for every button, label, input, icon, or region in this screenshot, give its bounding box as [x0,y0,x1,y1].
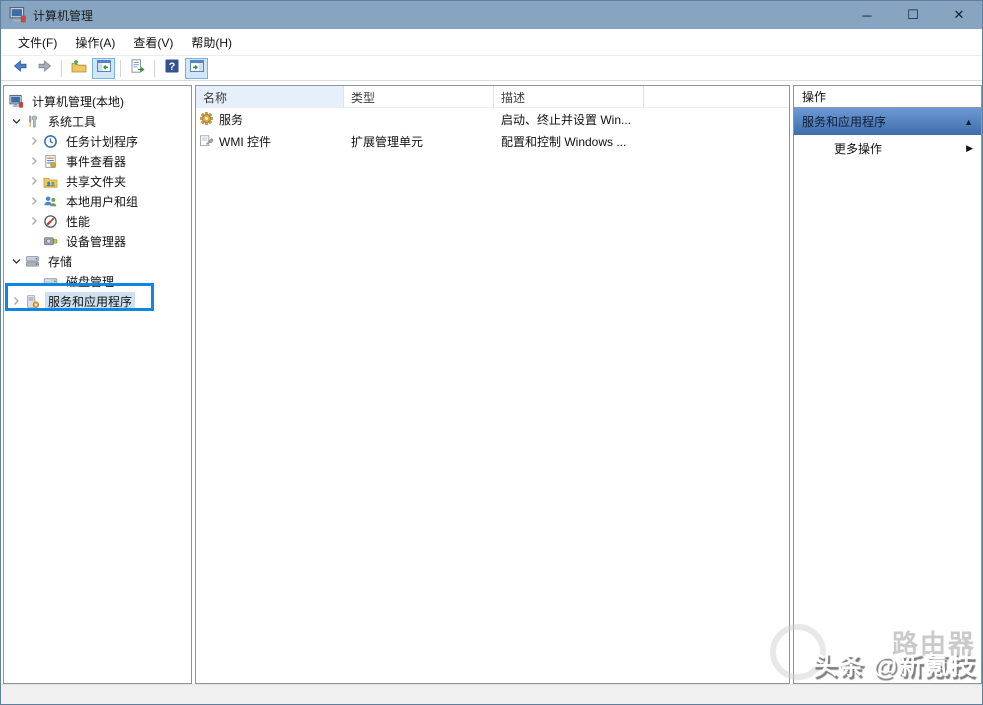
toolbar: ? [1,56,982,81]
storage-icon [24,253,41,269]
action-pane-title: 操作 [794,86,981,108]
help-icon: ? [164,58,180,79]
tree-item-device-manager[interactable]: 设备管理器 [4,231,191,251]
local-users-groups-icon [42,193,59,209]
details-list-panel: 名称 类型 描述 服务 启动、终止并设置 Win... WMI 控件 扩展管理单… [195,85,790,684]
help-button[interactable]: ? [160,58,183,79]
list-cell-name: WMI 控件 [219,134,271,149]
tree-item-task-scheduler[interactable]: 任务计划程序 [4,131,191,151]
chevron-collapsed-icon[interactable] [26,153,42,169]
list-cell-name: 服务 [219,112,244,127]
more-actions-label: 更多操作 [834,142,883,156]
tree-item-services-and-applications[interactable]: 服务和应用程序 [4,291,191,311]
list-cell-description: 启动、终止并设置 Win... [501,112,632,127]
window-title: 计算机管理 [33,8,94,23]
tree-item-shared-folders[interactable]: 共享文件夹 [4,171,191,191]
up-one-level-icon [71,58,87,79]
chevron-none [26,233,42,249]
tree-item-disk-management[interactable]: 磁盘管理 [4,271,191,291]
minimize-button[interactable]: ─ [844,1,890,29]
computer-management-icon [8,93,25,109]
chevron-none [26,273,42,289]
chevron-expanded-icon[interactable] [8,253,24,269]
back-arrow-icon [12,58,28,79]
tree-item-computer-management-local[interactable]: 计算机管理(本地) [4,91,191,111]
export-list-button[interactable] [126,58,149,79]
services-icon [199,111,216,127]
show-action-pane-icon [189,58,205,79]
collapse-arrow-icon[interactable]: ▲ [964,117,973,127]
shared-folders-icon [42,173,59,189]
svg-text:?: ? [168,61,175,73]
toolbar-separator [154,59,155,77]
close-button[interactable]: ✕ [936,1,982,29]
computer-management-window: 计算机管理 ─ ☐ ✕ 文件(F) 操作(A) 查看(V) 帮助(H) ? 计算… [0,0,983,705]
chevron-expanded-icon[interactable] [8,113,24,129]
chevron-collapsed-icon[interactable] [26,133,42,149]
list-cell-type [344,108,494,130]
device-manager-icon [42,233,59,249]
list-header-row: 名称 类型 描述 [196,86,789,108]
chevron-collapsed-icon[interactable] [26,193,42,209]
menu-action[interactable]: 操作(A) [66,30,124,55]
task-scheduler-icon [42,133,59,149]
forward-button[interactable] [33,58,56,79]
column-header-name[interactable]: 名称 [196,86,344,108]
titlebar: 计算机管理 ─ ☐ ✕ [1,1,982,29]
tree-item-performance[interactable]: 性能 [4,211,191,231]
computer-management-app-icon [9,6,27,24]
show-console-tree-button[interactable] [92,57,115,79]
services-applications-icon [24,293,41,309]
wmi-control-icon [199,133,216,149]
more-actions-item[interactable]: 更多操作 ▶ [794,135,981,162]
forward-arrow-icon [37,58,53,79]
tree-item-event-viewer[interactable]: 事件查看器 [4,151,191,171]
action-group-label: 服务和应用程序 [802,115,887,129]
chevron-collapsed-icon[interactable] [26,213,42,229]
show-action-pane-button[interactable] [185,57,208,79]
disk-management-icon [42,273,59,289]
menu-file[interactable]: 文件(F) [9,30,66,55]
column-header-type[interactable]: 类型 [344,86,494,108]
chevron-collapsed-icon[interactable] [26,173,42,189]
maximize-button[interactable]: ☐ [890,1,936,29]
up-one-level-button[interactable] [67,58,90,79]
column-header-description[interactable]: 描述 [494,86,644,108]
chevron-collapsed-icon[interactable] [8,293,24,309]
event-viewer-icon [42,153,59,169]
status-strip [1,684,982,704]
menu-help[interactable]: 帮助(H) [182,30,241,55]
toolbar-separator [120,59,121,77]
performance-icon [42,213,59,229]
list-cell-description: 配置和控制 Windows ... [501,134,627,149]
list-cell-type: 扩展管理单元 [351,134,424,149]
system-tools-icon [24,113,41,129]
tree-item-storage[interactable]: 存储 [4,251,191,271]
tree-item-system-tools[interactable]: 系统工具 [4,111,191,131]
action-group-services-and-applications[interactable]: 服务和应用程序 ▲ [794,108,981,135]
console-tree-panel: 计算机管理(本地) 系统工具 任务计划程序 事件查看器 共享文件夹 本地用户和组 [3,85,192,684]
menubar: 文件(F) 操作(A) 查看(V) 帮助(H) [1,29,982,56]
show-console-tree-icon [96,58,112,79]
submenu-arrow-icon: ▶ [966,143,973,153]
list-row-services[interactable]: 服务 启动、终止并设置 Win... [196,108,789,130]
back-button[interactable] [8,58,31,79]
export-list-icon [130,58,146,79]
action-pane: 操作 服务和应用程序 ▲ 更多操作 ▶ [793,85,982,684]
toolbar-separator [61,59,62,77]
menu-view[interactable]: 查看(V) [124,30,182,55]
list-row-wmi-control[interactable]: WMI 控件 扩展管理单元 配置和控制 Windows ... [196,130,789,152]
tree-item-local-users-and-groups[interactable]: 本地用户和组 [4,191,191,211]
